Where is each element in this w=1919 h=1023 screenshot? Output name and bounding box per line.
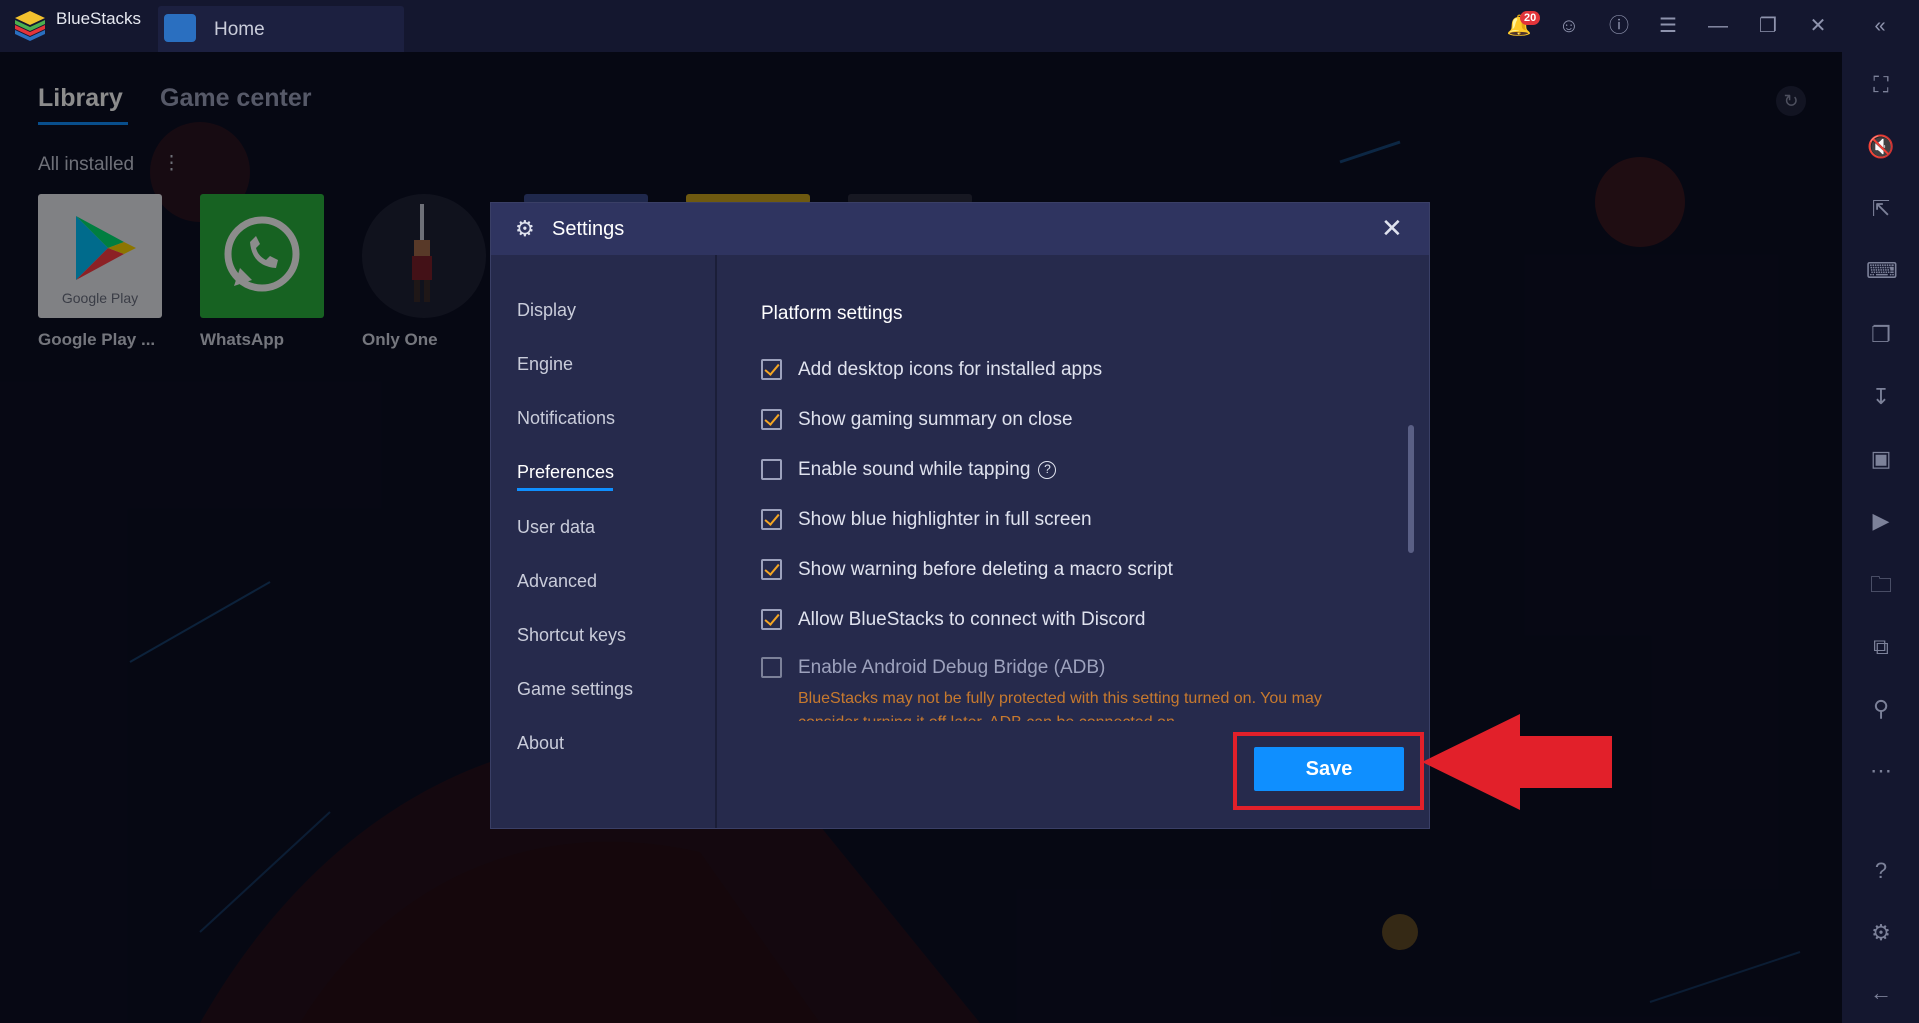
account-icon[interactable]: ☺: [1555, 12, 1583, 40]
copy-icon[interactable]: ⧉: [1866, 632, 1896, 662]
option-label: Show blue highlighter in full screen: [798, 509, 1092, 530]
checkbox-adb[interactable]: [761, 657, 782, 678]
checkbox-macro-warning[interactable]: [761, 559, 782, 580]
screenshot-icon[interactable]: ▣: [1866, 444, 1896, 474]
nav-advanced[interactable]: Advanced: [517, 571, 597, 592]
nav-engine[interactable]: Engine: [517, 354, 573, 375]
pointer-icon[interactable]: ⇱: [1866, 194, 1896, 224]
close-icon[interactable]: ✕: [1381, 213, 1403, 244]
bluestacks-logo-icon: [15, 11, 45, 41]
notification-badge: 20: [1520, 11, 1541, 25]
option-label: Allow BlueStacks to connect with Discord: [798, 609, 1146, 630]
help-square-icon[interactable]: ?: [1866, 856, 1896, 886]
menu-icon[interactable]: ☰: [1654, 12, 1682, 40]
question-icon[interactable]: ?: [1038, 461, 1057, 479]
option-label: Add desktop icons for installed apps: [798, 359, 1103, 380]
app-name: BlueStacks: [56, 9, 142, 28]
restore-icon[interactable]: ❐: [1754, 12, 1782, 40]
red-arrow-annotation: [1422, 714, 1612, 810]
nav-user-data[interactable]: User data: [517, 517, 595, 538]
title-bar: BlueStacks Home 🔔 20 ☺ ⓘ ☰ — ❐ ✕ «: [0, 0, 1919, 52]
nav-about[interactable]: About: [517, 733, 564, 754]
nav-game-settings[interactable]: Game settings: [517, 679, 633, 700]
content-scrollbar[interactable]: [1408, 425, 1414, 553]
minimize-icon[interactable]: —: [1704, 12, 1732, 40]
checkbox-gaming-summary[interactable]: [761, 409, 782, 430]
nav-shortcut-keys[interactable]: Shortcut keys: [517, 625, 626, 646]
multi-instance-icon[interactable]: ❐: [1866, 320, 1896, 350]
location-icon[interactable]: ⚲: [1866, 694, 1896, 724]
nav-preferences[interactable]: Preferences: [517, 462, 614, 483]
checkbox-sound-tapping[interactable]: [761, 459, 782, 480]
more-icon[interactable]: ⋯: [1866, 756, 1896, 786]
nav-notifications[interactable]: Notifications: [517, 408, 615, 429]
volume-mute-icon[interactable]: 🔇: [1866, 132, 1896, 162]
fullscreen-icon[interactable]: ⛶: [1866, 70, 1896, 100]
checkbox-discord[interactable]: [761, 609, 782, 630]
keyboard-icon[interactable]: ⌨: [1866, 256, 1898, 286]
option-label: Enable sound while tapping: [798, 459, 1031, 480]
dialog-title: Settings: [552, 218, 625, 240]
section-title: Platform settings: [761, 303, 903, 324]
home-icon: [164, 14, 196, 42]
back-icon[interactable]: ←: [1866, 978, 1896, 1008]
adb-warning-text: BlueStacks may not be fully protected wi…: [798, 690, 1322, 721]
folder-icon[interactable]: 🗀: [1866, 570, 1896, 600]
settings-nav: Display Engine Notifications Preferences…: [491, 255, 717, 828]
close-window-icon[interactable]: ✕: [1804, 12, 1832, 40]
settings-gear-icon: ⚙: [515, 216, 535, 241]
option-label: Show warning before deleting a macro scr…: [798, 559, 1173, 580]
help-icon[interactable]: ⓘ: [1605, 12, 1633, 40]
tab-home-label: Home: [214, 19, 265, 40]
checkbox-blue-highlighter[interactable]: [761, 509, 782, 530]
record-icon[interactable]: ▶: [1866, 506, 1896, 536]
gear-icon[interactable]: ⚙: [1866, 918, 1896, 948]
option-label: Enable Android Debug Bridge (ADB): [798, 657, 1106, 678]
save-button[interactable]: Save: [1254, 747, 1404, 791]
collapse-sidebar-icon[interactable]: «: [1866, 12, 1894, 40]
tab-home[interactable]: Home: [158, 6, 404, 52]
option-label: Show gaming summary on close: [798, 409, 1073, 430]
nav-display[interactable]: Display: [517, 300, 576, 321]
nav-active-indicator: [517, 488, 613, 491]
apk-install-icon[interactable]: ↧: [1866, 382, 1896, 412]
option-label-wrap: Enable sound while tapping?: [798, 459, 1057, 481]
right-toolbar: ⛶ 🔇 ⇱ ⌨ ❐ ↧ ▣ ▶ 🗀 ⧉ ⚲ ⋯ ? ⚙ ←: [1842, 52, 1919, 1023]
checkbox-desktop-icons[interactable]: [761, 359, 782, 380]
dialog-header: ⚙ Settings ✕: [491, 203, 1429, 255]
